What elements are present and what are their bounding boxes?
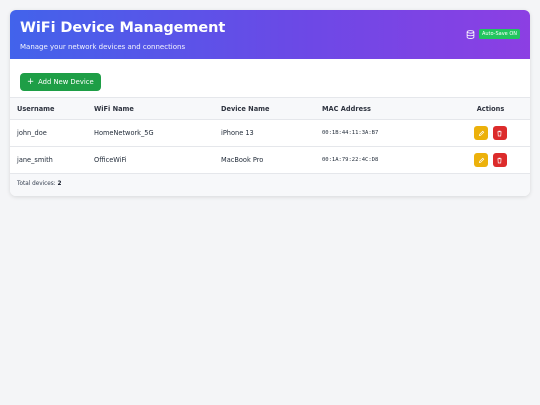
plus-icon: + (27, 77, 35, 87)
autosave-indicator: Auto-Save ON (466, 29, 520, 39)
trash-icon (497, 130, 502, 136)
total-devices-count: 2 (57, 181, 62, 187)
pencil-icon (478, 130, 485, 136)
table-row: jane_smith OfficeWiFi MacBook Pro 00:1A:… (10, 147, 530, 174)
autosave-badge: Auto-Save ON (478, 29, 520, 39)
table-header-row: Username WiFi Name Device Name MAC Addre… (10, 97, 530, 120)
cell-device-name: MacBook Pro (221, 156, 264, 164)
column-header-username: Username (17, 104, 55, 113)
devices-table: Username WiFi Name Device Name MAC Addre… (10, 97, 530, 174)
cell-device-name: iPhone 13 (221, 129, 254, 137)
trash-icon (497, 157, 502, 163)
add-device-label: Add New Device (38, 78, 94, 86)
page-subtitle: Manage your network devices and connecti… (20, 43, 186, 51)
cell-mac-address: 00:1B:44:11:3A:B7 (322, 130, 379, 136)
cell-actions (451, 147, 530, 174)
cell-wifi-name: OfficeWiFi (94, 156, 127, 164)
table-footer: Total devices: 2 (10, 174, 530, 196)
column-header-wifi-name: WiFi Name (94, 104, 134, 113)
delete-button[interactable] (492, 126, 507, 140)
edit-button[interactable] (474, 126, 489, 140)
toolbar: + Add New Device (10, 59, 530, 97)
column-header-mac-address: MAC Address (322, 104, 371, 113)
pencil-icon (478, 157, 485, 163)
cell-wifi-name: HomeNetwork_5G (94, 129, 154, 137)
edit-button[interactable] (474, 153, 489, 167)
database-icon (466, 29, 475, 39)
device-management-card: WiFi Device Management Manage your netwo… (10, 10, 530, 196)
table-row: john_doe HomeNetwork_5G iPhone 13 00:1B:… (10, 120, 530, 147)
column-header-actions: Actions (476, 104, 505, 113)
page-header: WiFi Device Management Manage your netwo… (10, 10, 530, 59)
total-devices-label: Total devices: (17, 181, 56, 187)
cell-actions (451, 120, 530, 147)
page-title: WiFi Device Management (20, 20, 226, 36)
cell-username: jane_smith (17, 156, 53, 164)
add-device-button[interactable]: + Add New Device (20, 73, 101, 91)
cell-username: john_doe (17, 129, 47, 137)
delete-button[interactable] (492, 153, 507, 167)
cell-mac-address: 00:1A:79:22:4C:D8 (322, 157, 379, 163)
column-header-device-name: Device Name (221, 104, 270, 113)
